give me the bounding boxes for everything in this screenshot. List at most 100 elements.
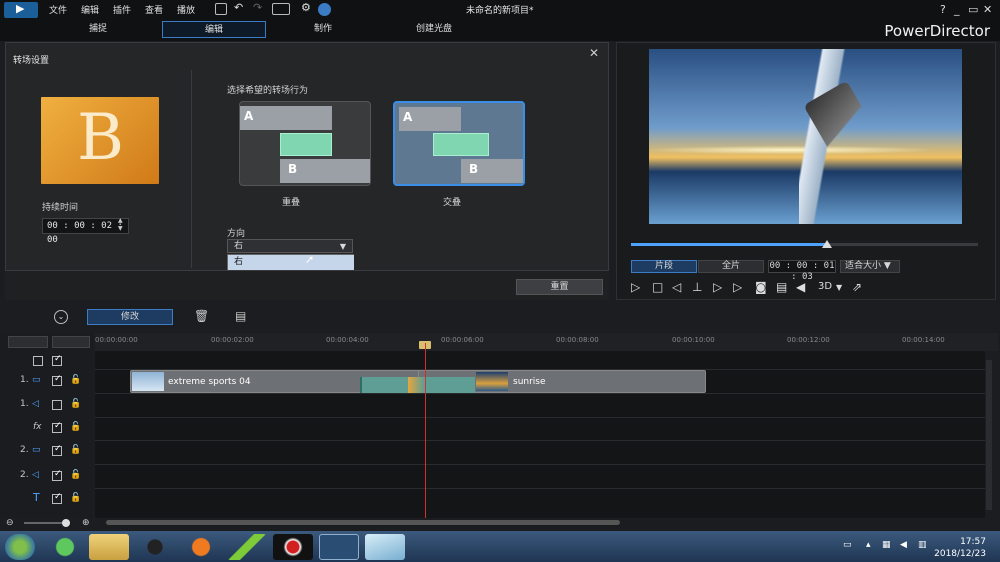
direction-option-right[interactable]: 右 — [228, 255, 354, 270]
tab-produce[interactable]: 制作 — [273, 21, 373, 38]
qq-icon[interactable] — [135, 534, 175, 560]
lock-icon[interactable]: 🔓 — [70, 375, 81, 385]
tab-create-disc[interactable]: 创建光盘 — [384, 21, 484, 38]
timeline-vertical-scrollbar[interactable] — [986, 360, 992, 510]
restore-button[interactable]: ▭ — [968, 3, 978, 16]
clip-b-block: B — [461, 159, 523, 183]
timeline-scroll-thumb[interactable] — [106, 520, 620, 525]
edit-list-icon[interactable]: ▤ — [235, 309, 246, 323]
account-icon[interactable] — [318, 3, 331, 16]
mouse-cursor-icon: ➚ — [305, 253, 315, 266]
track-enable-checkbox[interactable] — [52, 492, 62, 504]
save-icon[interactable] — [215, 3, 227, 15]
chevron-down-icon[interactable]: ▼ — [836, 283, 842, 292]
playhead[interactable] — [425, 343, 426, 518]
direction-select[interactable]: 右 ▼ — [227, 239, 353, 253]
close-icon[interactable]: ✕ — [589, 46, 599, 60]
undock-icon[interactable]: ⇗ — [852, 280, 862, 294]
zoom-in-icon[interactable]: ⊕ — [82, 518, 90, 528]
preview-timecode[interactable]: 00 : 00 : 01 : 03 — [768, 260, 836, 282]
tab-edit[interactable]: 编辑 — [162, 21, 266, 38]
menu-edit[interactable]: 编辑 — [81, 3, 99, 16]
divider — [191, 70, 192, 268]
split-icon[interactable]: ⊥ — [692, 280, 702, 294]
start-button[interactable] — [5, 534, 35, 560]
network-alert-icon[interactable]: ▦ — [882, 540, 891, 550]
3d-mode-button[interactable]: 3D — [818, 281, 832, 292]
chevron-down-icon: ▼ — [339, 242, 346, 251]
close-window-button[interactable]: ✕ — [983, 3, 992, 16]
menu-plugins[interactable]: 插件 — [113, 3, 131, 16]
redo-icon[interactable]: ↷ — [253, 1, 262, 14]
clock-time: 17:57 — [960, 537, 986, 547]
fast-forward-icon[interactable]: ▷ — [733, 280, 742, 294]
media-app-icon[interactable] — [227, 534, 267, 560]
stop-icon[interactable]: □ — [652, 280, 663, 294]
track-enable-checkbox[interactable] — [52, 421, 62, 433]
minimize-button[interactable]: _ — [954, 3, 960, 16]
settings-gear-icon[interactable]: ⚙ — [301, 1, 311, 14]
mode-tabs — [0, 20, 1000, 41]
firefox-icon[interactable] — [181, 534, 221, 560]
snapshot-icon[interactable]: ◙ — [755, 280, 767, 294]
movie-mode-button[interactable]: 全片 — [698, 260, 764, 273]
keyboard-icon[interactable]: ▭ — [843, 540, 852, 550]
option-cross[interactable]: A B — [393, 101, 525, 186]
undo-icon[interactable]: ↶ — [234, 1, 243, 14]
transition-block[interactable] — [360, 377, 475, 393]
lock-icon[interactable]: 🔓 — [70, 422, 81, 432]
volume-icon[interactable]: ◀ — [796, 280, 805, 294]
taskbar-clock[interactable]: 17:57 2018/12/23 — [934, 536, 986, 560]
timeline-ruler[interactable]: 00:00:00:00 00:00:02:00 00:00:04:00 00:0… — [95, 333, 998, 351]
zoom-select[interactable]: 适合大小 ▼ — [840, 260, 900, 273]
previous-frame-icon[interactable]: ◁ — [672, 280, 681, 294]
volume-icon[interactable]: ◀ — [900, 540, 907, 550]
ruler-tick: 00:00:14:00 — [902, 336, 945, 344]
track-enable-checkbox[interactable] — [52, 374, 62, 386]
browser-icon[interactable] — [45, 534, 85, 560]
fit-timeline-icon[interactable] — [52, 336, 90, 348]
powerdirector-taskbar-icon[interactable] — [319, 534, 359, 560]
subtitle-icon[interactable]: ▤ — [776, 280, 787, 294]
lock-icon[interactable]: 🔓 — [70, 399, 81, 409]
aspect-ratio-icon[interactable] — [272, 3, 290, 15]
app-icon[interactable] — [365, 534, 405, 560]
tray-arrow-icon[interactable]: ▴ — [866, 540, 871, 550]
trash-icon[interactable]: 🗑 — [194, 309, 209, 323]
track-enable-checkbox[interactable] — [52, 469, 62, 481]
next-frame-icon[interactable]: ▷ — [713, 280, 722, 294]
reset-button[interactable]: 重置 — [516, 279, 603, 295]
zoom-out-icon[interactable]: ⊖ — [6, 518, 14, 528]
menu-play[interactable]: 播放 — [177, 3, 195, 16]
menu-view[interactable]: 查看 — [145, 3, 163, 16]
network-icon[interactable]: ▥ — [918, 540, 927, 550]
tab-capture[interactable]: 捕捉 — [48, 21, 148, 38]
modify-button[interactable]: 修改 — [87, 309, 173, 325]
duration-stepper-icon[interactable]: ▲ ▼ — [118, 217, 123, 233]
enable-all-checkbox[interactable] — [52, 354, 62, 366]
zoom-slider-handle[interactable] — [62, 519, 70, 527]
play-icon[interactable]: ▷ — [631, 280, 640, 294]
lock-icon[interactable]: 🔓 — [70, 445, 81, 455]
select-all-checkbox[interactable] — [33, 356, 43, 366]
track-manager-icon[interactable] — [8, 336, 48, 348]
preview-scrubber-handle[interactable] — [822, 240, 832, 248]
option-overlap[interactable]: A B — [239, 101, 371, 186]
track-header-audio-1: 1. ◁ 🔓 — [20, 399, 82, 410]
brand-name: PowerDirector — [884, 22, 990, 40]
file-explorer-icon[interactable] — [89, 534, 129, 560]
menu-file[interactable]: 文件 — [49, 3, 67, 16]
clip-mode-button[interactable]: 片段 — [631, 260, 697, 273]
track-enable-checkbox[interactable] — [52, 444, 62, 456]
lock-icon[interactable]: 🔓 — [70, 493, 81, 503]
duration-field[interactable]: 00 : 00 : 02 : 00 — [42, 218, 129, 245]
lock-icon[interactable]: 🔓 — [70, 470, 81, 480]
title-track-icon: T — [33, 491, 40, 504]
help-button[interactable]: ? — [940, 3, 946, 16]
track-enable-checkbox[interactable] — [52, 400, 62, 410]
screen-recorder-icon[interactable] — [273, 534, 313, 560]
ruler-tick: 00:00:06:00 — [441, 336, 484, 344]
clock-date: 2018/12/23 — [934, 549, 986, 559]
chevron-down-icon[interactable]: ⌄ — [54, 310, 68, 324]
audio-track-icon: ◁ — [32, 470, 39, 480]
